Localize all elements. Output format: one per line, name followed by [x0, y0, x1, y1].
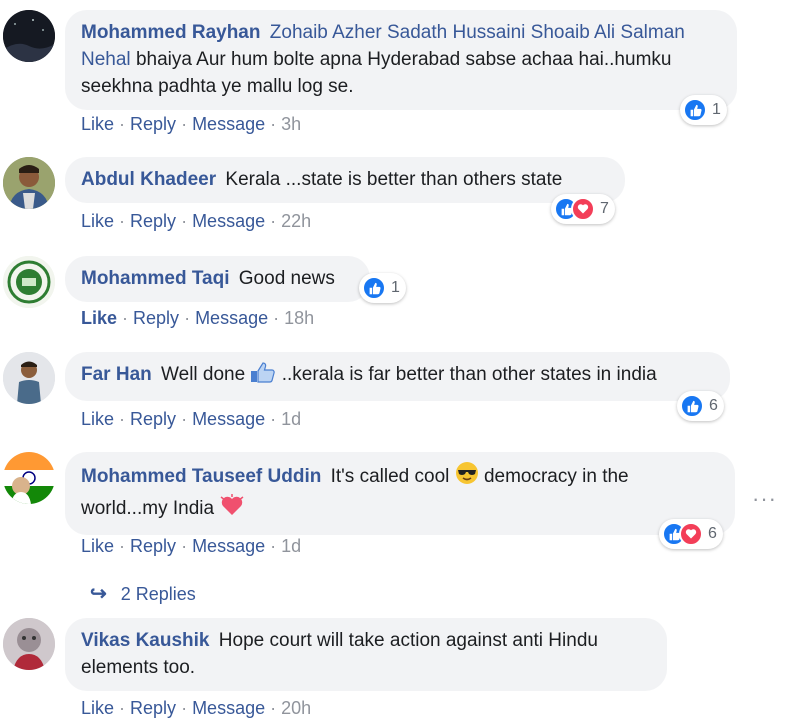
like-link[interactable]: Like — [81, 211, 114, 231]
comment-author[interactable]: Vikas Kaushik — [81, 630, 210, 651]
comment-text: Good news — [238, 268, 335, 289]
reaction-count: 7 — [600, 200, 609, 217]
reply-link[interactable]: Reply — [133, 308, 179, 328]
reaction-summary[interactable]: 1 — [680, 95, 727, 125]
comment-actions: Like · Reply · Message · 3h — [81, 114, 302, 134]
love-reaction-icon — [571, 197, 595, 221]
reaction-summary[interactable]: 6 — [659, 519, 723, 549]
comment-bubble: Mohammed Taqi Good news — [65, 256, 370, 302]
reaction-summary[interactable]: 1 — [359, 273, 406, 303]
message-link[interactable]: Message — [192, 409, 265, 429]
replies-count-label: 2 Replies — [120, 584, 196, 604]
comment-author[interactable]: Mohammed Tauseef Uddin — [81, 466, 321, 487]
comment-actions: Like · Reply · Message · 20h — [81, 698, 312, 718]
message-link[interactable]: Message — [192, 211, 265, 231]
reaction-summary[interactable]: 6 — [677, 391, 724, 421]
comment-author[interactable]: Mohammed Rayhan — [81, 22, 260, 43]
reply-arrow-icon: ↪ — [90, 583, 107, 605]
comment-bubble: Abdul Khadeer Kerala ...state is better … — [65, 157, 625, 203]
avatar[interactable] — [3, 157, 55, 209]
like-link[interactable]: Like — [81, 114, 114, 134]
reaction-count: 1 — [391, 279, 400, 296]
comment-text: Kerala ...state is better than others st… — [225, 169, 563, 190]
avatar[interactable] — [3, 256, 55, 308]
comment-timestamp[interactable]: 1d — [281, 409, 301, 429]
reply-link[interactable]: Reply — [130, 698, 176, 718]
comment-timestamp[interactable]: 1d — [281, 536, 301, 556]
heart-emoji-icon — [219, 493, 245, 525]
message-link[interactable]: Message — [192, 536, 265, 556]
avatar[interactable] — [3, 352, 55, 404]
reaction-summary[interactable]: 7 — [551, 194, 615, 224]
reply-link[interactable]: Reply — [130, 409, 176, 429]
comment-author[interactable]: Far Han — [81, 364, 152, 385]
message-link[interactable]: Message — [195, 308, 268, 328]
comment-text-before: It's called cool — [330, 466, 450, 487]
reaction-count: 1 — [712, 101, 721, 118]
reaction-count: 6 — [709, 397, 718, 414]
more-options-icon[interactable]: ··· — [752, 486, 777, 512]
message-link[interactable]: Message — [192, 698, 265, 718]
comment-timestamp[interactable]: 22h — [281, 211, 311, 231]
like-link[interactable]: Like — [81, 409, 114, 429]
comment-author[interactable]: Abdul Khadeer — [81, 169, 216, 190]
avatar[interactable] — [3, 10, 55, 62]
reply-link[interactable]: Reply — [130, 211, 176, 231]
comment-bubble: Far Han Well done ..kerala is far better… — [65, 352, 730, 401]
like-link[interactable]: Like — [81, 536, 114, 556]
comment-timestamp[interactable]: 20h — [281, 698, 311, 718]
avatar[interactable] — [3, 618, 55, 670]
like-reaction-icon — [362, 276, 386, 300]
comment-bubble: Mohammed Rayhan Zohaib Azher Sadath Huss… — [65, 10, 737, 110]
like-reaction-icon — [683, 98, 707, 122]
view-replies-link[interactable]: ↪ 2 Replies — [90, 581, 196, 606]
comment-text: bhaiya Aur hum bolte apna Hyderabad sabs… — [81, 49, 672, 97]
comment-text-before: Well done — [161, 364, 246, 385]
reply-link[interactable]: Reply — [130, 114, 176, 134]
avatar[interactable] — [3, 452, 55, 504]
reaction-count: 6 — [708, 525, 717, 542]
cool-face-emoji-icon — [455, 461, 479, 493]
like-link[interactable]: Like — [81, 308, 117, 328]
comment-actions: Like · Reply · Message · 18h — [81, 308, 315, 328]
comment-actions: Like · Reply · Message · 1d — [81, 536, 302, 556]
comment-author[interactable]: Mohammed Taqi — [81, 268, 230, 289]
comment-text-after: ..kerala is far better than other states… — [281, 364, 657, 385]
comment-actions: Like · Reply · Message · 1d — [81, 409, 302, 429]
like-reaction-icon — [680, 394, 704, 418]
comment-timestamp[interactable]: 18h — [284, 308, 314, 328]
reply-link[interactable]: Reply — [130, 536, 176, 556]
comment-bubble: Mohammed Tauseef Uddin It's called cool … — [65, 452, 735, 535]
comment-bubble: Vikas Kaushik Hope court will take actio… — [65, 618, 667, 691]
like-link[interactable]: Like — [81, 698, 114, 718]
message-link[interactable]: Message — [192, 114, 265, 134]
love-reaction-icon — [679, 522, 703, 546]
thumbs-up-emoji-icon — [250, 361, 276, 391]
comment-timestamp[interactable]: 3h — [281, 114, 301, 134]
comment-actions: Like · Reply · Message · 22h — [81, 211, 312, 231]
